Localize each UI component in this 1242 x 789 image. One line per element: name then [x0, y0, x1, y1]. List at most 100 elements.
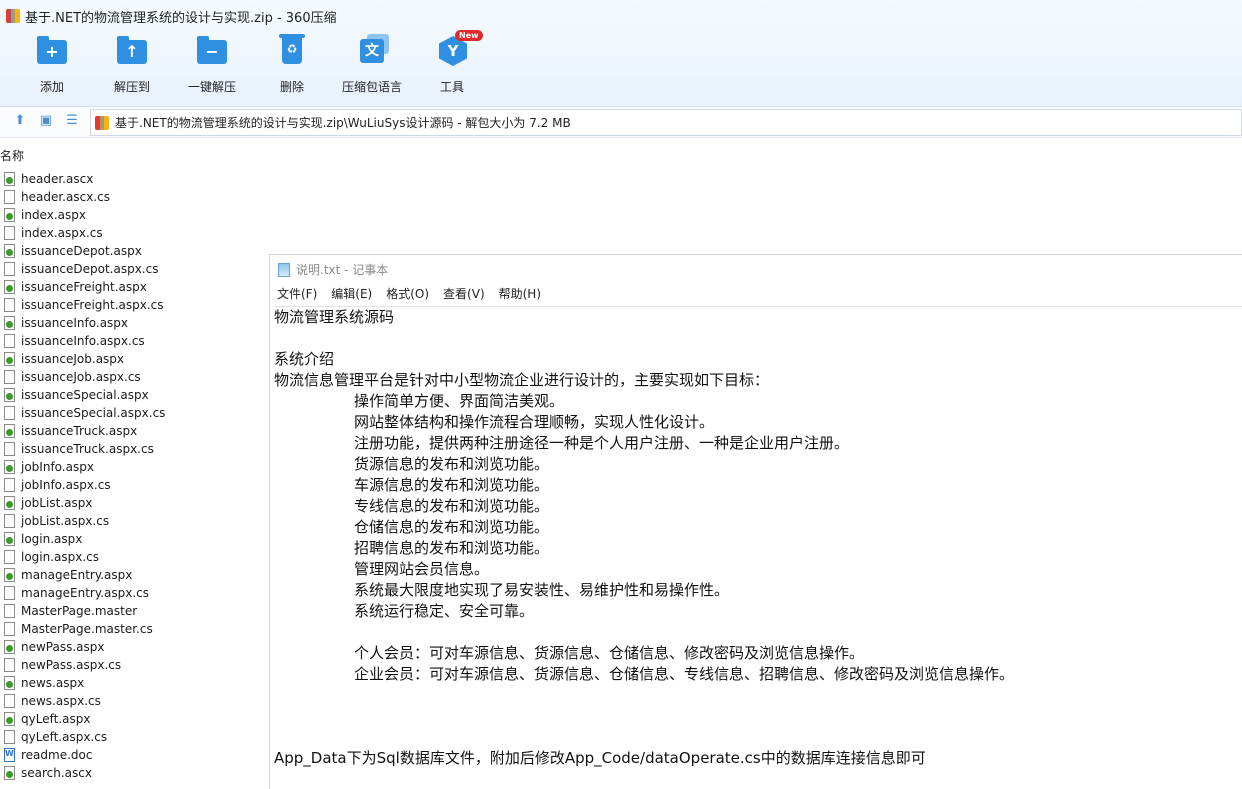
file-icon: [4, 586, 15, 600]
file-row[interactable]: issuanceSpecial.aspx.cs: [0, 404, 268, 422]
file-name: manageEntry.aspx: [21, 568, 133, 582]
file-row[interactable]: issuanceFreight.aspx.cs: [0, 296, 268, 314]
one-click-extract-button-label: 一键解压: [187, 80, 236, 94]
file-name: qyLeft.aspx: [21, 712, 91, 726]
menu-file[interactable]: 文件(F): [270, 285, 324, 303]
aspx-file-icon: [4, 388, 15, 402]
archive-language-icon: 文: [355, 34, 389, 68]
file-row[interactable]: issuanceInfo.aspx.cs: [0, 332, 268, 350]
file-row[interactable]: issuanceInfo.aspx: [0, 314, 268, 332]
file-name: issuanceTruck.aspx.cs: [21, 442, 154, 456]
file-icon: [4, 226, 15, 240]
file-row[interactable]: MasterPage.master: [0, 602, 268, 620]
file-row[interactable]: issuanceJob.aspx.cs: [0, 368, 268, 386]
file-row[interactable]: qyLeft.aspx: [0, 710, 268, 728]
file-row[interactable]: search.ascx: [0, 764, 268, 782]
file-row[interactable]: login.aspx: [0, 530, 268, 548]
up-arrow-icon[interactable]: ⬆: [12, 113, 28, 129]
file-name: jobList.aspx: [21, 496, 93, 510]
file-name: issuanceDepot.aspx: [21, 244, 142, 258]
file-row[interactable]: jobInfo.aspx: [0, 458, 268, 476]
file-name: issuanceJob.aspx.cs: [21, 370, 141, 384]
aspx-file-icon: [4, 676, 15, 690]
file-row[interactable]: issuanceDepot.aspx: [0, 242, 268, 260]
text-line: 系统最大限度地实现了易安装性、易维护性和易操作性。: [354, 581, 730, 599]
archive-language-button[interactable]: 文 压缩包语言: [327, 34, 417, 95]
word-document-icon: [4, 748, 15, 762]
text-line: 企业会员：可对车源信息、货源信息、仓储信息、专线信息、招聘信息、修改密码及浏览信…: [354, 665, 1015, 683]
file-name: login.aspx: [21, 532, 83, 546]
file-row[interactable]: header.ascx: [0, 170, 268, 188]
text-line: [274, 328, 1242, 349]
text-line: [274, 706, 1242, 727]
file-row[interactable]: jobInfo.aspx.cs: [0, 476, 268, 494]
extract-to-button-label: 解压到: [113, 80, 150, 94]
menu-view[interactable]: 查看(V): [436, 285, 492, 303]
text-line: 车源信息的发布和浏览功能。: [354, 476, 550, 494]
aspx-file-icon: [4, 208, 15, 222]
file-icon: [4, 190, 15, 204]
aspx-file-icon: [4, 712, 15, 726]
file-icon: [4, 730, 15, 744]
file-row[interactable]: issuanceTruck.aspx.cs: [0, 440, 268, 458]
notepad-window: 说明.txt - 记事本 文件(F) 编辑(E) 格式(O) 查看(V) 帮助(…: [269, 254, 1242, 789]
file-name: search.ascx: [21, 766, 92, 780]
file-row[interactable]: manageEntry.aspx: [0, 566, 268, 584]
file-name: jobInfo.aspx: [21, 460, 94, 474]
file-icon: [4, 262, 15, 276]
menu-format[interactable]: 格式(O): [379, 285, 436, 303]
file-row[interactable]: newPass.aspx: [0, 638, 268, 656]
file-row[interactable]: issuanceTruck.aspx: [0, 422, 268, 440]
file-row[interactable]: issuanceJob.aspx: [0, 350, 268, 368]
delete-button[interactable]: ♻ 删除: [247, 34, 337, 95]
file-icon: [4, 514, 15, 528]
column-header-name[interactable]: 名称: [0, 147, 24, 164]
menu-edit[interactable]: 编辑(E): [324, 285, 379, 303]
file-row[interactable]: issuanceSpecial.aspx: [0, 386, 268, 404]
add-button-label: 添加: [39, 80, 64, 94]
address-path: 基于.NET的物流管理系统的设计与实现.zip\WuLiuSys设计源码 - 解…: [115, 116, 571, 130]
aspx-file-icon: [4, 172, 15, 186]
notepad-text-area[interactable]: 物流管理系统源码 系统介绍 物流信息管理平台是针对中小型物流企业进行设计的，主要实现…: [274, 306, 1242, 789]
text-line: 物流信息管理平台是针对中小型物流企业进行设计的，主要实现如下目标：: [274, 371, 770, 389]
aspx-file-icon: [4, 568, 15, 582]
file-row[interactable]: news.aspx: [0, 674, 268, 692]
menu-help[interactable]: 帮助(H): [492, 285, 548, 303]
list-view-icon[interactable]: ☰: [64, 113, 80, 129]
file-name: login.aspx.cs: [21, 550, 100, 564]
file-row[interactable]: readme.doc: [0, 746, 268, 764]
file-row[interactable]: newPass.aspx.cs: [0, 656, 268, 674]
file-row[interactable]: issuanceDepot.aspx.cs: [0, 260, 268, 278]
file-row[interactable]: manageEntry.aspx.cs: [0, 584, 268, 602]
add-folder-icon: +: [35, 34, 69, 68]
aspx-file-icon: [4, 316, 15, 330]
one-click-extract-button[interactable]: − 一键解压: [167, 34, 257, 95]
file-name: readme.doc: [21, 748, 93, 762]
address-bar[interactable]: 基于.NET的物流管理系统的设计与实现.zip\WuLiuSys设计源码 - 解…: [90, 109, 1242, 136]
add-button[interactable]: + 添加: [7, 34, 97, 95]
address-row: ⬆ ▣ ☰ 基于.NET的物流管理系统的设计与实现.zip\WuLiuSys设计…: [0, 107, 1242, 138]
file-row[interactable]: issuanceFreight.aspx: [0, 278, 268, 296]
window-title: 基于.NET的物流管理系统的设计与实现.zip - 360压缩: [6, 6, 337, 26]
extract-to-button[interactable]: ↑ 解压到: [87, 34, 177, 95]
file-icon: [4, 298, 15, 312]
file-row[interactable]: index.aspx: [0, 206, 268, 224]
file-name: header.ascx: [21, 172, 94, 186]
file-name: index.aspx.cs: [21, 226, 103, 240]
file-row[interactable]: index.aspx.cs: [0, 224, 268, 242]
file-row[interactable]: jobList.aspx: [0, 494, 268, 512]
thumbnail-view-icon[interactable]: ▣: [38, 113, 54, 129]
tools-button[interactable]: Y New 工具: [407, 30, 497, 95]
file-row[interactable]: news.aspx.cs: [0, 692, 268, 710]
one-click-extract-icon: −: [195, 34, 229, 68]
text-line: 操作简单方便、界面简洁美观。: [354, 392, 565, 410]
file-row[interactable]: login.aspx.cs: [0, 548, 268, 566]
file-row[interactable]: MasterPage.master.cs: [0, 620, 268, 638]
file-row[interactable]: qyLeft.aspx.cs: [0, 728, 268, 746]
file-name: header.ascx.cs: [21, 190, 110, 204]
file-icon: [4, 334, 15, 348]
file-row[interactable]: jobList.aspx.cs: [0, 512, 268, 530]
text-line: 系统运行稳定、安全可靠。: [354, 602, 535, 620]
file-row[interactable]: header.ascx.cs: [0, 188, 268, 206]
file-list: header.ascx header.ascx.cs index.aspx index…: [0, 170, 268, 782]
